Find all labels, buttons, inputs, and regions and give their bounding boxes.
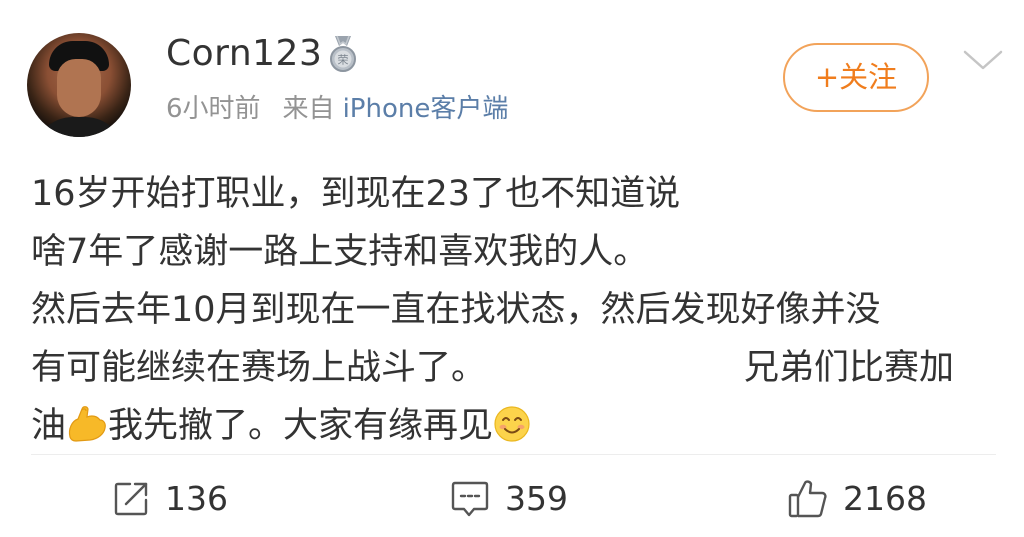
follow-button[interactable]: +关注 xyxy=(783,43,929,112)
post-line: 然后去年10月到现在一直在找状态，然后发现好像并没 xyxy=(31,290,881,330)
like-button[interactable]: 2168 xyxy=(787,477,927,521)
comment-icon xyxy=(451,481,489,517)
avatar-face xyxy=(57,59,101,117)
svg-text:荣: 荣 xyxy=(338,54,349,67)
avatar-shirt xyxy=(33,117,125,137)
source-link[interactable]: iPhone客户端 xyxy=(343,94,509,124)
repost-count: 136 xyxy=(165,479,228,518)
post-line-text: 油 xyxy=(31,406,67,446)
post-line: 啥7年了感谢一路上支持和喜欢我的人。 xyxy=(31,232,649,272)
post-time: 6小时前 xyxy=(166,94,261,124)
post-line: 有可能继续在赛场上战斗了。 兄弟们比赛加 xyxy=(31,339,1006,397)
post-line: 油 我先撤了。大家有缘再见 xyxy=(31,397,1006,455)
username[interactable]: Corn123 xyxy=(166,32,322,76)
comment-count: 359 xyxy=(505,479,568,518)
post-body: 16岁开始打职业，到现在23了也不知道说 啥7年了感谢一路上支持和喜欢我的人。 … xyxy=(31,165,1006,455)
medal-badge-icon[interactable]: 荣 xyxy=(326,34,360,74)
user-avatar[interactable] xyxy=(27,33,131,137)
chevron-down-icon[interactable] xyxy=(962,46,1004,74)
thumbs-up-icon xyxy=(788,480,827,518)
like-count: 2168 xyxy=(843,479,927,518)
repost-button[interactable]: 136 xyxy=(111,477,228,521)
post-meta: 6小时前 来自 iPhone客户端 xyxy=(166,92,508,126)
post-line: 16岁开始打职业，到现在23了也不知道说 xyxy=(31,174,681,214)
post-line-text: 有可能继续在赛场上战斗了。 xyxy=(31,348,487,388)
post-line-text: 兄弟们比赛加 xyxy=(744,348,955,388)
post-line-text: 我先撤了。大家有缘再见 xyxy=(108,406,494,446)
smiling-face-icon xyxy=(494,406,530,442)
flexed-biceps-icon xyxy=(68,406,106,442)
comment-button[interactable]: 359 xyxy=(449,477,568,521)
source-prefix: 来自 xyxy=(282,94,335,124)
repost-icon xyxy=(114,482,148,516)
divider xyxy=(31,454,996,455)
